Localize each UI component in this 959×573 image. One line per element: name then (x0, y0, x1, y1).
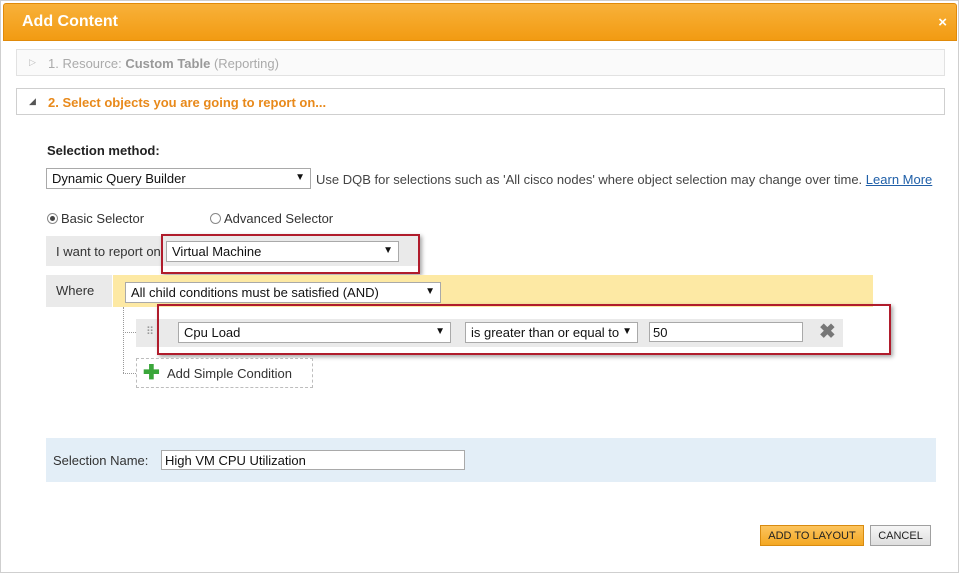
basic-selector-label: Basic Selector (61, 211, 145, 226)
selection-method-value: Dynamic Query Builder (52, 171, 186, 186)
cancel-button[interactable]: CANCEL (870, 525, 931, 546)
step-resource[interactable]: ▷ 1. Resource: Custom Table (Reporting) (16, 49, 945, 76)
plus-icon: ✚ (143, 362, 160, 384)
add-simple-condition-label: Add Simple Condition (167, 366, 293, 381)
selection-method-hint: Use DQB for selections such as 'All cisc… (316, 172, 933, 187)
drag-handle-icon[interactable]: ⠿ (146, 325, 154, 338)
advanced-selector-radio[interactable]: Advanced Selector (210, 211, 333, 226)
dialog-title-bar: Add Content × (3, 3, 957, 41)
collapsed-arrow-icon: ▷ (29, 57, 36, 67)
condition-logic-select[interactable]: All child conditions must be satisfied (… (125, 282, 441, 303)
expanded-arrow-icon: ◢ (29, 96, 36, 106)
dialog-title: Add Content (22, 13, 118, 30)
selection-method-label: Selection method: (47, 143, 160, 158)
report-on-label: I want to report on (56, 244, 161, 259)
close-icon[interactable]: × (938, 14, 947, 31)
advanced-selector-label: Advanced Selector (224, 211, 334, 226)
step-select-objects-label: 2. Select objects you are going to repor… (48, 95, 327, 110)
where-label: Where (56, 283, 95, 298)
add-content-dialog: Add Content × ▷ 1. Resource: Custom Tabl… (0, 0, 959, 573)
highlight-box-report-on (161, 234, 420, 274)
selection-name-input[interactable]: High VM CPU Utilization (161, 450, 465, 470)
tree-connector (123, 373, 136, 374)
step-resource-value: Custom Table (125, 56, 211, 71)
tree-connector (123, 307, 124, 373)
learn-more-link[interactable]: Learn More (866, 172, 932, 187)
highlight-box-condition (157, 304, 891, 355)
chevron-down-icon: ▼ (425, 286, 435, 297)
chevron-down-icon: ▼ (295, 172, 305, 183)
add-simple-condition-button[interactable]: ✚ Add Simple Condition (136, 358, 313, 388)
step-resource-label: 1. Resource: Custom Table (Reporting) (48, 56, 279, 71)
step-select-objects[interactable]: ◢ 2. Select objects you are going to rep… (16, 88, 945, 115)
add-to-layout-button[interactable]: ADD TO LAYOUT (760, 525, 864, 546)
basic-selector-radio[interactable]: Basic Selector (47, 211, 144, 226)
radio-checked-icon (47, 213, 58, 224)
radio-unchecked-icon (210, 213, 221, 224)
condition-logic-value: All child conditions must be satisfied (… (131, 285, 379, 300)
selection-method-select[interactable]: Dynamic Query Builder ▼ (46, 168, 311, 189)
selection-name-label: Selection Name: (53, 453, 149, 468)
tree-connector (123, 332, 136, 333)
